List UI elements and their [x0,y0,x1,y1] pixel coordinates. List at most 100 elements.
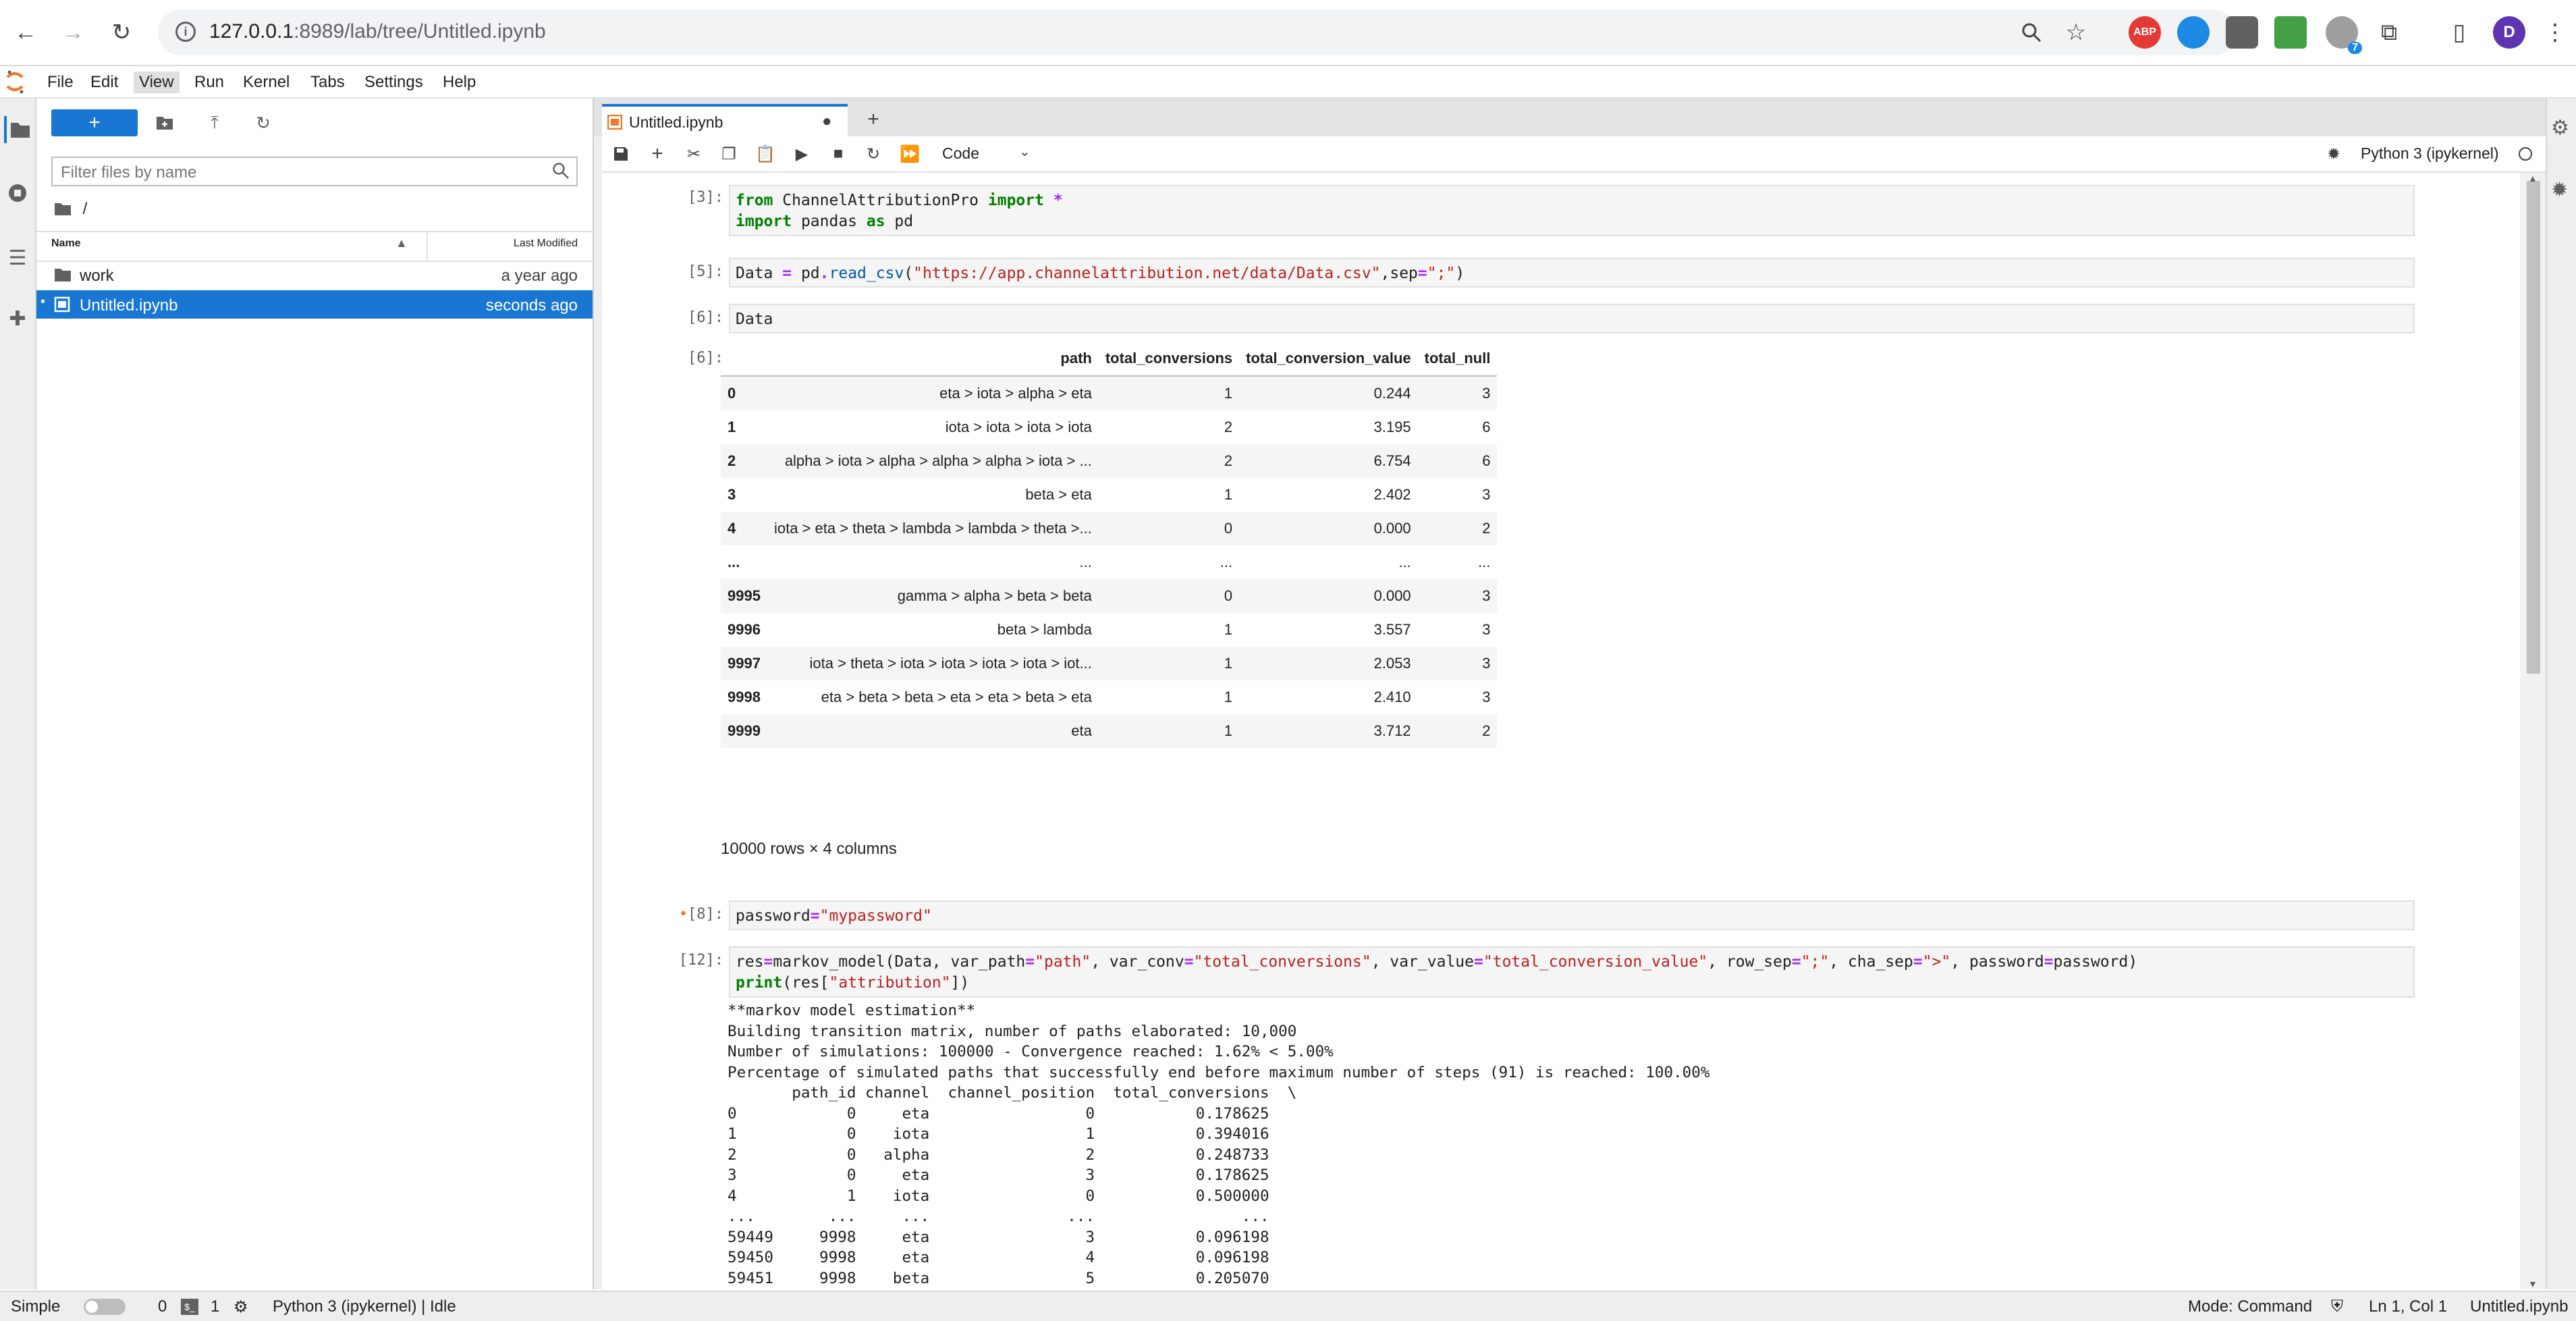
interrupt-icon[interactable]: ■ [827,143,849,165]
code-cell-password[interactable]: password="mypassword" [729,900,2415,930]
dataframe-cell: 2 [1482,520,1491,537]
dataframe-cell: eta [1071,722,1092,739]
notebook-scrollbar[interactable]: ▲ ▼ [2520,173,2546,1289]
new-folder-icon[interactable] [153,111,177,135]
copy-icon[interactable]: ❐ [718,143,740,165]
dataframe-cell: 0 [1224,520,1233,537]
dataframe-cell: 0 [1224,587,1233,604]
folder-icon[interactable] [4,116,34,143]
row-index: 9998 [728,689,761,705]
profile-avatar[interactable]: D [2493,16,2525,49]
restart-run-all-icon[interactable]: ⏩ [899,143,921,165]
cell-type-select[interactable]: Code ⌄ [937,142,1038,166]
dataframe-cell: beta > eta [1025,486,1092,503]
notebook-toolbar: + ✂ ❐ 📋 ▶ ■ ↻ ⏩ Code ⌄ ✹ Python 3 (ipyke… [602,136,2546,173]
code-cell-read-csv[interactable]: Data = pd.read_csv("https://app.channela… [729,258,2415,288]
unsaved-dot-icon[interactable]: ● [822,112,832,131]
refresh-icon[interactable]: ↻ [251,111,275,135]
dataframe-cell: 3 [1482,385,1491,402]
add-tab-icon[interactable]: + [861,108,885,132]
abp-icon[interactable]: ABP [2129,16,2161,49]
trusted-icon: ⛨ [2331,1297,2343,1316]
new-launcher-button[interactable]: + [51,109,138,136]
main-dock-area: Untitled.ipynb ● + + ✂ ❐ 📋 ▶ ■ ↻ ⏩ Code … [594,99,2576,1289]
menu-kernel[interactable]: Kernel [238,72,295,93]
simple-mode-toggle[interactable] [84,1299,126,1315]
browser-menu-icon[interactable]: ⋮ [2539,16,2571,49]
code-cell-imports[interactable]: from ChannelAttributionPro import * impo… [729,185,2415,236]
file-row-untitled-notebook[interactable]: • Untitled.ipynb seconds ago [36,290,593,319]
debugger-panel-icon[interactable]: ✹ [2551,178,2568,202]
dataframe-header-row: path total_conversions total_conversion_… [721,342,1498,377]
kernel-name[interactable]: Python 3 (ipykernel) [2361,144,2499,163]
cut-icon[interactable]: ✂ [683,143,705,165]
extensions-puzzle-icon[interactable]: ⧉ [2373,16,2405,49]
file-row-work[interactable]: work a year ago [36,261,593,289]
debugger-icon[interactable]: ✹ [2323,143,2345,165]
dataframe-cell: 1 [1224,621,1233,638]
kernels-count[interactable]: 1 [211,1297,219,1316]
dataframe-cell: ... [1398,554,1411,570]
side-panel-icon[interactable]: ▯ [2443,16,2475,49]
restart-icon[interactable]: ↻ [862,143,884,165]
tab-untitled-notebook[interactable]: Untitled.ipynb ● [602,104,848,136]
upload-icon[interactable]: ⤒ [202,111,227,135]
extension-manager-icon[interactable]: ✚ [4,305,31,332]
site-info-icon[interactable]: i [175,22,196,42]
sort-ascending-icon[interactable]: ▲ [395,236,408,250]
filter-files-box[interactable] [51,157,578,186]
bookmark-star-icon[interactable]: ☆ [2060,16,2092,49]
column-header: total_null [1417,342,1498,377]
dataframe-cell: 1 [1224,655,1233,672]
cursor-position[interactable]: Ln 1, Col 1 [2369,1297,2447,1316]
breadcrumb[interactable]: / [54,200,87,219]
menu-run[interactable]: Run [189,72,229,93]
dataframe-cell: 3 [1482,655,1491,672]
modified-column-header[interactable]: Last Modified [514,238,578,250]
code-cell-data[interactable]: Data [729,304,2415,333]
dataframe-cell: 6.754 [1373,452,1411,469]
scroll-up-icon[interactable]: ▲ [2528,173,2538,184]
forward-icon[interactable]: → [57,16,89,49]
dataframe-cell: 6 [1482,419,1491,435]
reload-icon[interactable]: ↻ [105,16,138,49]
menu-edit[interactable]: Edit [85,72,124,93]
file-name: Untitled.ipynb [80,296,178,315]
address-bar[interactable]: i 127.0.0.1:8989/lab/tree/Untitled.ipynb [158,9,2237,55]
search-icon [552,162,570,183]
save-icon[interactable] [610,143,632,165]
file-modified: seconds ago [485,296,578,315]
dataframe-shape: 10000 rows × 4 columns [721,840,897,858]
terminals-count[interactable]: 0 [158,1297,167,1316]
cell-type-value: Code [942,144,979,162]
table-of-contents-icon[interactable]: ☰ [4,244,31,271]
extension-green-icon[interactable] [2274,16,2307,49]
code-cell-markov-model[interactable]: res=markov_model(Data, var_path="path", … [729,946,2415,998]
code-text: Data = pd.read_csv("https://app.channela… [736,265,1465,282]
filter-files-input[interactable] [59,162,535,184]
scroll-down-icon[interactable]: ▼ [2528,1278,2538,1289]
extension-blue-icon[interactable] [2177,16,2210,49]
insert-cell-icon[interactable]: + [647,142,668,165]
menu-view[interactable]: View [134,72,180,93]
kernel-status[interactable]: Python 3 (ipykernel) | Idle [273,1297,456,1316]
extension-badge-icon[interactable]: 7 [2326,16,2362,54]
running-kernels-icon[interactable] [4,180,31,207]
zoom-icon[interactable] [2015,16,2048,49]
menu-tabs[interactable]: Tabs [305,72,350,93]
back-icon[interactable]: ← [9,16,42,49]
run-icon[interactable]: ▶ [791,143,813,165]
menu-settings[interactable]: Settings [359,72,429,93]
scrollbar-thumb[interactable] [2527,181,2540,674]
url-text: 127.0.0.1:8989/lab/tree/Untitled.ipynb [209,20,546,43]
menu-help[interactable]: Help [437,72,481,93]
extension-gray-icon[interactable] [2226,16,2258,49]
menu-file[interactable]: File [42,72,79,93]
name-column-header[interactable]: Name [51,238,81,250]
dataframe-cell: gamma > alpha > beta > beta [897,587,1092,604]
dataframe-row: 2 alpha > iota > alpha > alpha > alpha > … [721,444,1498,478]
breadcrumb-root[interactable]: / [83,200,88,218]
property-inspector-icon[interactable]: ⚙ [2551,116,2569,140]
dataframe-cell: 3 [1482,689,1491,705]
paste-icon[interactable]: 📋 [755,143,776,165]
